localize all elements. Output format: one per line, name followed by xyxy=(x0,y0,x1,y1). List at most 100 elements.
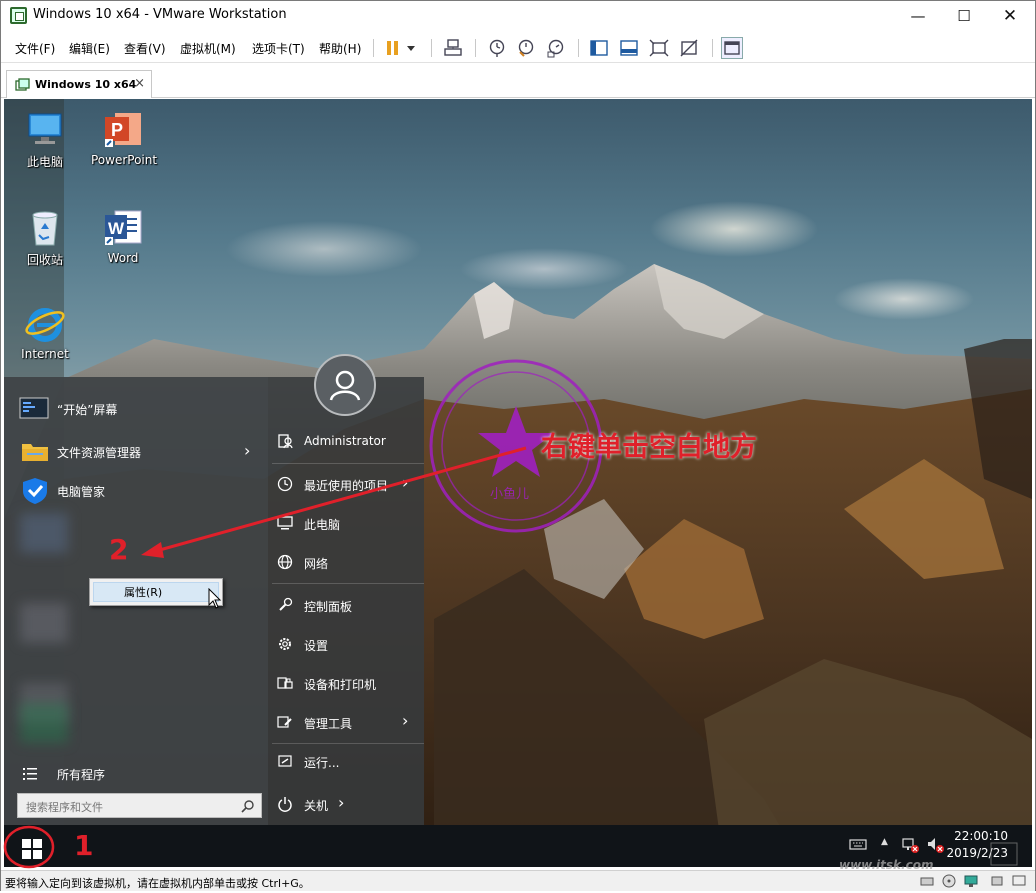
tab-label: Windows 10 x64 xyxy=(35,78,137,91)
desktop-icon-powerpoint[interactable]: P PowerPoint xyxy=(91,109,157,167)
start-button[interactable] xyxy=(8,831,56,867)
minimize-button[interactable]: — xyxy=(895,1,941,31)
title-bar: Windows 10 x64 - VMware Workstation — ☐ … xyxy=(1,1,1035,31)
step-1-label: 1 xyxy=(74,829,94,862)
menu-separator xyxy=(272,743,424,744)
clock-icon xyxy=(277,476,293,492)
menu-file[interactable]: 文件(F) xyxy=(15,40,55,57)
start-screen-icon xyxy=(19,397,49,419)
maximize-button[interactable]: ☐ xyxy=(941,1,987,31)
hdd-status-icon[interactable] xyxy=(919,873,935,893)
snapshot-icon[interactable] xyxy=(486,37,508,59)
watermark-text: www.itsk.com xyxy=(839,858,934,872)
mouse-cursor-icon xyxy=(208,587,222,614)
desktop-icon-word[interactable]: W Word xyxy=(91,207,155,265)
toolbar-separator xyxy=(475,39,476,57)
control-panel-icon xyxy=(277,597,293,613)
chevron-right-icon[interactable]: › xyxy=(402,473,408,492)
vmware-app-icon xyxy=(10,7,27,24)
status-text: 要将输入定向到该虚拟机，请在虚拟机内部单击或按 Ctrl+G。 xyxy=(5,877,310,890)
chevron-right-icon[interactable]: › xyxy=(244,441,250,460)
user-icon xyxy=(277,433,293,449)
menu-bar: 文件(F) 编辑(E) 查看(V) 虚拟机(M) 选项卡(T) 帮助(H) xyxy=(1,33,1035,63)
sidebar-toggle-icon[interactable] xyxy=(588,37,610,59)
usb-status-icon[interactable] xyxy=(989,873,1005,893)
vm-tab-icon xyxy=(15,77,30,91)
tab-bar: Windows 10 x64 × xyxy=(1,64,1035,98)
chevron-right-icon[interactable]: › xyxy=(402,711,408,730)
this-pc-item[interactable]: 此电脑 xyxy=(304,516,340,533)
stamp-text: 小鱼儿 xyxy=(490,487,530,502)
file-explorer-icon xyxy=(21,439,49,463)
vmware-window: Windows 10 x64 - VMware Workstation — ☐ … xyxy=(0,0,1036,891)
menu-edit[interactable]: 编辑(E) xyxy=(69,40,110,57)
cd-status-icon[interactable] xyxy=(941,873,957,893)
menu-vm[interactable]: 虚拟机(M) xyxy=(180,40,236,57)
tray-expand-icon[interactable]: ▲ xyxy=(881,837,888,847)
file-explorer-item[interactable]: 文件资源管理器 xyxy=(57,444,141,461)
instruction-annotation: 右键单击空白地方 xyxy=(541,432,757,463)
pause-icon[interactable] xyxy=(382,37,404,59)
desktop-icon-this-pc[interactable]: 此电脑 xyxy=(13,109,77,170)
run-icon xyxy=(277,753,293,769)
run-item[interactable]: 运行... xyxy=(304,754,339,771)
toolbar-separator xyxy=(712,39,713,57)
system-clock[interactable]: 22:00:10 2019/2/23 xyxy=(946,828,1008,862)
console-view-icon[interactable] xyxy=(618,37,640,59)
step-2-label: 2 xyxy=(109,533,129,566)
network-item[interactable]: 网络 xyxy=(304,555,328,572)
revert-snapshot-icon[interactable] xyxy=(515,37,537,59)
clock-time: 22:00:10 xyxy=(954,829,1008,843)
volume-icon[interactable] xyxy=(926,835,946,859)
blurred-app-icon xyxy=(20,513,68,553)
recent-items[interactable]: 最近使用的项目 xyxy=(304,477,388,494)
fullscreen-icon[interactable] xyxy=(648,37,670,59)
this-pc-icon xyxy=(25,109,65,149)
user-name[interactable]: Administrator xyxy=(304,434,386,448)
shutdown-options-button[interactable]: › xyxy=(338,793,344,812)
snapshot-manager-icon[interactable] xyxy=(545,37,567,59)
close-button[interactable]: ✕ xyxy=(987,1,1033,31)
menu-separator xyxy=(272,583,424,584)
devices-printers-item[interactable]: 设备和打印机 xyxy=(304,676,376,693)
menu-view[interactable]: 查看(V) xyxy=(124,40,166,57)
toolbar-separator xyxy=(578,39,579,57)
message-icon[interactable] xyxy=(1011,873,1027,893)
settings-item[interactable]: 设置 xyxy=(304,637,328,654)
network-adapter-icon[interactable] xyxy=(963,873,979,893)
keyboard-icon[interactable] xyxy=(849,836,867,855)
pc-manager-item[interactable]: 电脑管家 xyxy=(57,483,105,500)
powerpoint-icon: P xyxy=(103,109,143,149)
start-screen-item[interactable]: “开始”屏幕 xyxy=(57,401,117,418)
admin-tools-item[interactable]: 管理工具 xyxy=(304,715,352,732)
desktop-icon-internet-explorer[interactable]: Internet xyxy=(13,303,77,361)
power-icon xyxy=(277,796,293,812)
chevron-down-icon[interactable] xyxy=(404,37,418,59)
recycle-bin-icon xyxy=(25,207,65,247)
menu-tabs[interactable]: 选项卡(T) xyxy=(252,40,305,57)
tab-close-icon[interactable]: × xyxy=(134,76,145,91)
word-icon: W xyxy=(103,207,143,247)
view-options-icon[interactable] xyxy=(721,37,743,59)
svg-text:P: P xyxy=(111,120,123,140)
menu-help[interactable]: 帮助(H) xyxy=(319,40,361,57)
network-status-icon[interactable] xyxy=(901,835,921,859)
search-icon[interactable] xyxy=(241,798,255,817)
avatar[interactable] xyxy=(314,354,376,416)
control-panel-item[interactable]: 控制面板 xyxy=(304,598,352,615)
all-programs-item[interactable]: 所有程序 xyxy=(57,766,105,783)
desktop-icon-recycle-bin[interactable]: 回收站 xyxy=(13,207,77,268)
clock-date: 2019/2/23 xyxy=(946,846,1008,860)
send-ctrl-alt-del-icon[interactable] xyxy=(442,37,464,59)
gear-icon xyxy=(277,636,293,652)
pc-manager-icon xyxy=(21,477,49,505)
shutdown-button[interactable]: 关机 xyxy=(304,797,328,814)
blurred-app-icon xyxy=(20,603,68,643)
toolbar-separator xyxy=(373,39,374,57)
menu-separator xyxy=(272,463,424,464)
properties-menu-item[interactable]: 属性(R) xyxy=(93,582,219,602)
network-icon xyxy=(277,554,293,570)
unity-mode-icon[interactable] xyxy=(678,37,700,59)
search-input[interactable]: 搜索程序和文件 xyxy=(17,793,262,818)
tab-windows10[interactable]: Windows 10 x64 × xyxy=(6,70,152,98)
